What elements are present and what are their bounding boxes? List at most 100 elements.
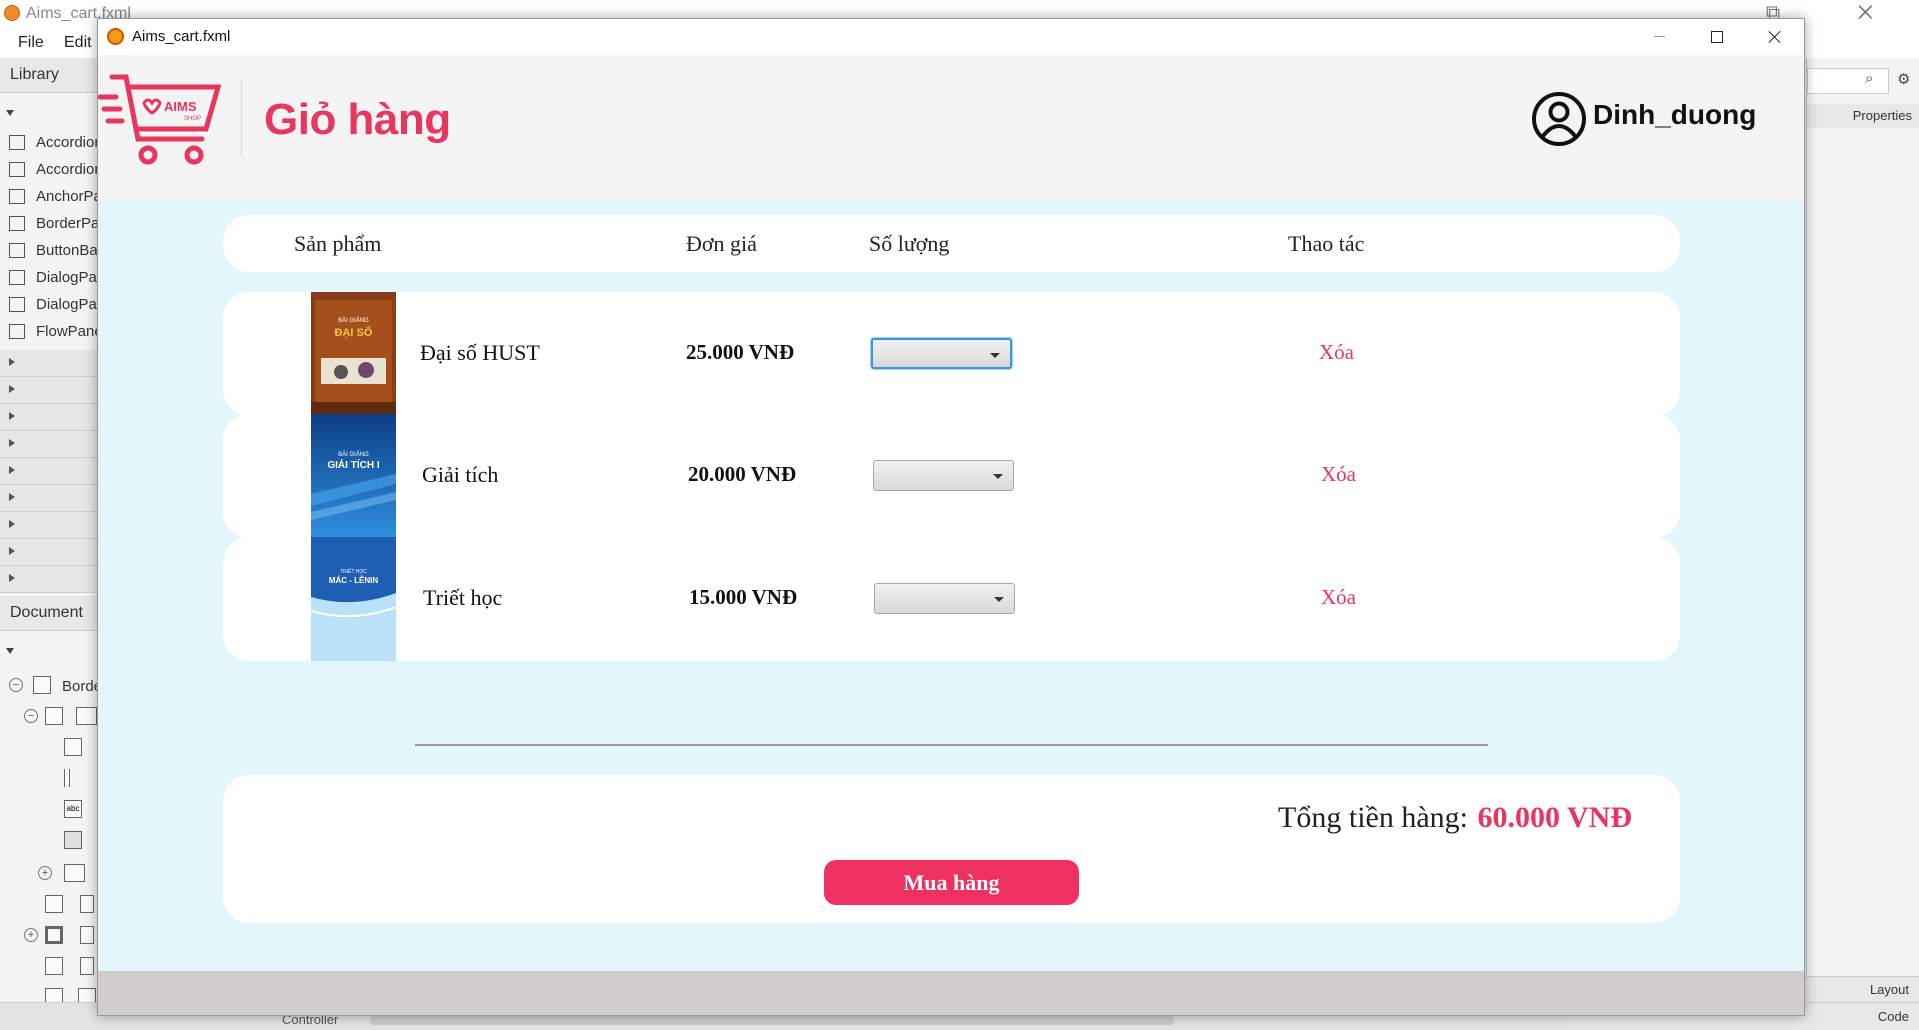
- document-label: Document: [10, 604, 83, 621]
- cart-table-header: Sản phẩm Đơn giá Số lượng Thao tác: [223, 215, 1680, 272]
- accordion-icon: [9, 135, 25, 150]
- cover-top-text: BÀI GIẢNG: [338, 451, 369, 458]
- tree-item-root[interactable]: BorderPane: [62, 674, 97, 700]
- document-expand-icon[interactable]: [6, 648, 14, 654]
- chevron-right-icon: [9, 574, 15, 582]
- header-divider: [241, 79, 242, 157]
- total-value: 60.000 VNĐ: [1477, 801, 1632, 834]
- cart-item-row: BÀI GIẢNG ĐẠI SỐ Đại số HUST 25.000 VNĐ …: [223, 292, 1680, 416]
- inspector-search-input[interactable]: [1807, 68, 1889, 94]
- book-cover-image: BÀI GIẢNG ĐẠI SỐ: [311, 292, 396, 416]
- library-item[interactable]: Accordion: [0, 157, 97, 183]
- library-item[interactable]: AnchorPane: [0, 184, 97, 210]
- user-avatar-icon[interactable]: [1531, 91, 1587, 147]
- dialog-pane-icon: [9, 297, 25, 312]
- library-item[interactable]: Accordion: [0, 130, 97, 156]
- cover-top-text: BÀI GIẢNG: [338, 317, 369, 324]
- product-name: Giải tích: [422, 462, 499, 487]
- book-cover-image: BÀI GIẢNG GIẢI TÍCH I: [311, 414, 396, 538]
- gear-icon[interactable]: ⚙: [1897, 70, 1910, 88]
- pane-icon: [45, 957, 63, 975]
- menu-file[interactable]: File: [18, 34, 44, 52]
- tree-expand-icon[interactable]: +: [38, 866, 52, 880]
- cover-title-text: GIẢI TÍCH I: [327, 458, 379, 471]
- image-view-icon: [64, 831, 82, 849]
- chevron-right-icon: [9, 358, 15, 366]
- menu-edit[interactable]: Edit: [64, 34, 92, 52]
- library-category[interactable]: [0, 485, 97, 512]
- total-label: Tổng tiền hàng:: [1278, 801, 1468, 834]
- library-label: Library: [10, 66, 59, 83]
- book-cover-image: TRIẾT HỌC MÁC - LÊNIN: [311, 537, 396, 661]
- horizontal-scrollbar[interactable]: [370, 1016, 1174, 1025]
- border-pane-icon: [33, 676, 51, 694]
- border-pane-icon: [9, 216, 25, 231]
- dialog-pane-icon: [9, 270, 25, 285]
- label-icon: abc: [64, 800, 82, 818]
- maximize-button[interactable]: [1688, 19, 1746, 55]
- region-icon: [64, 738, 82, 756]
- document-header[interactable]: Document: [0, 596, 97, 631]
- cover-top-text: TRIẾT HỌC: [340, 568, 367, 575]
- delete-item-link[interactable]: Xóa: [1321, 462, 1356, 487]
- library-item[interactable]: FlowPane: [0, 319, 97, 345]
- library-category[interactable]: [0, 566, 97, 593]
- quantity-select[interactable]: [871, 338, 1012, 369]
- library-header[interactable]: Library: [0, 58, 97, 93]
- cart-separator: [415, 744, 1488, 746]
- hbox-icon: [76, 707, 97, 725]
- library-category[interactable]: [0, 512, 97, 539]
- chevron-right-icon: [9, 439, 15, 447]
- window-titlebar[interactable]: Aims_cart.fxml: [98, 19, 1804, 55]
- library-item[interactable]: DialogPane: [0, 265, 97, 291]
- library-item[interactable]: BorderPane: [0, 211, 97, 237]
- page-title: Giỏ hàng: [264, 95, 451, 144]
- quantity-select[interactable]: [874, 583, 1015, 614]
- app-header: AIMS SHOP Giỏ hàng Dinh_duong: [98, 55, 1804, 201]
- properties-header[interactable]: Properties: [1807, 104, 1919, 128]
- library-item[interactable]: DialogPane: [0, 292, 97, 318]
- library-category[interactable]: [0, 350, 97, 377]
- product-price: 15.000 VNĐ: [689, 585, 798, 609]
- cover-title-text: MÁC - LÊNIN: [329, 576, 379, 585]
- library-expand-icon[interactable]: [6, 110, 14, 116]
- cover-title-text: ĐẠI SỐ: [335, 325, 373, 339]
- tree-collapse-icon[interactable]: −: [9, 678, 23, 692]
- minimize-button[interactable]: [1630, 19, 1688, 55]
- close-button[interactable]: [1746, 19, 1804, 55]
- library-category[interactable]: [0, 539, 97, 566]
- tree-expand-icon[interactable]: +: [24, 928, 38, 942]
- username-label[interactable]: Dinh_duong: [1593, 99, 1756, 131]
- cart-item-row: TRIẾT HỌC MÁC - LÊNIN Triết học 15.000 V…: [223, 537, 1680, 661]
- library-item[interactable]: ButtonBar: [0, 238, 97, 264]
- scene-builder-left-panel: Library Accordion Accordion AnchorPane B…: [0, 58, 98, 1029]
- window-title: Aims_cart.fxml: [132, 28, 231, 45]
- library-category[interactable]: [0, 404, 97, 431]
- vbox-icon: [80, 926, 94, 944]
- accordion-icon: [9, 162, 25, 177]
- column-header-unit-price: Đơn giá: [686, 231, 757, 256]
- library-category[interactable]: [0, 458, 97, 485]
- delete-item-link[interactable]: Xóa: [1319, 340, 1354, 365]
- minimize-icon: [1654, 36, 1665, 37]
- product-price: 20.000 VNĐ: [688, 462, 797, 486]
- pane-icon: [45, 895, 63, 913]
- library-category[interactable]: [0, 377, 97, 404]
- chevron-right-icon: [9, 493, 15, 501]
- column-header-action: Thao tác: [1288, 231, 1365, 256]
- tree-collapse-icon[interactable]: −: [24, 709, 38, 723]
- buy-button[interactable]: Mua hàng: [824, 860, 1079, 905]
- quantity-select[interactable]: [873, 460, 1014, 491]
- library-category[interactable]: [0, 431, 97, 458]
- cart-item-row: BÀI GIẢNG GIẢI TÍCH I Giải tích 20.000 V…: [223, 414, 1680, 538]
- flow-pane-icon: [9, 324, 25, 339]
- delete-item-link[interactable]: Xóa: [1321, 585, 1356, 610]
- cart-summary: Tổng tiền hàng: 60.000 VNĐ Mua hàng: [223, 775, 1680, 923]
- chevron-down-icon: [990, 353, 1000, 358]
- aims-shop-cart-logo[interactable]: AIMS SHOP: [98, 63, 228, 173]
- search-icon: ⌕: [1865, 70, 1874, 87]
- vbox-icon: [80, 895, 94, 913]
- chevron-down-icon: [994, 597, 1004, 602]
- logo-subtext: SHOP: [184, 116, 201, 122]
- product-price: 25.000 VNĐ: [686, 340, 795, 364]
